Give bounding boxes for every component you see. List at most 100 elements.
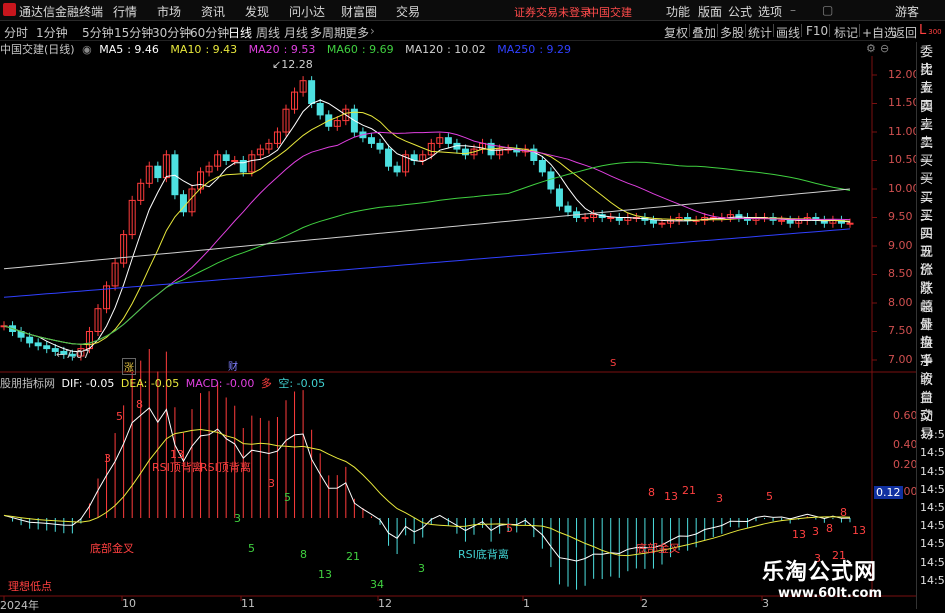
menu-hangqing[interactable]: 行情 [113,3,137,20]
marker-zhang[interactable]: 涨 [122,358,136,375]
side-item: 14:56 [920,446,945,460]
marker-cai[interactable]: 财 [228,358,238,373]
menu-shichang[interactable]: 市场 [157,3,181,20]
macd-count-label: 5 [248,542,255,555]
y-tick: 7.50 [888,324,913,337]
btn-huaxian[interactable]: 画线 [776,24,800,41]
candle-body [154,165,162,179]
period-more[interactable]: 更多 [345,24,369,41]
period-toolbar: 分时 1分钟 5分钟 15分钟 30分钟 60分钟 日线 周线 月线 多周期 更… [0,21,896,41]
ma120-label: MA120: 10.02 [405,43,486,56]
macd-current-value: 0.12 [874,486,903,499]
period-day[interactable]: 日线 [228,24,252,41]
y-tick: 12.00 [888,68,920,81]
period-1min[interactable]: 1分钟 [36,24,68,41]
menu-gongneng[interactable]: 功能 [666,3,690,20]
x-label: 10 [122,597,136,610]
quote-side-panel: L 300 委比 卖五 卖四 卖三 卖二 卖一 买一 买二 买三 买四 买五 现价 涨跌 涨幅 总量 外盘 换手净… [916,23,945,609]
x-label: 1 [523,597,530,610]
ma-lines [3,99,851,353]
macd-y-tick: 0.60 [893,409,918,422]
btn-duogu[interactable]: 多股 [720,24,744,41]
indicator-name[interactable]: 股朋指标网 [0,377,55,390]
app-logo [3,3,16,16]
btn-biaoji[interactable]: 标记 [834,24,858,41]
candle-body [649,219,657,224]
macd-count-label: 8 [826,522,833,535]
candle-body [26,336,34,344]
annotation-golden-cross: 底部金叉 [636,542,680,555]
period-30min[interactable]: 30分钟 [152,24,191,41]
period-week[interactable]: 周线 [256,24,280,41]
btn-f10[interactable]: F10 [806,24,828,38]
period-5min[interactable]: 5分钟 [82,24,114,41]
menu-wenxiaoda[interactable]: 问小达 [289,3,325,20]
x-label: 11 [241,597,255,610]
watermark-url: www.60lt.com [778,586,883,601]
period-month[interactable]: 月线 [284,24,308,41]
side-item: 14:56 [920,501,945,514]
period-15min[interactable]: 15分钟 [114,24,153,41]
macd-legend: 股朋指标网 DIF: -0.05 DEA: -0.05 MACD: -0.00 … [0,375,328,390]
macd-count-label: 8 [840,506,847,519]
candle-body [171,154,179,196]
settings-icon[interactable]: ⚙ [866,42,876,55]
candle-body [538,160,546,173]
menu-zixun[interactable]: 资讯 [201,3,225,20]
side-item: 14:56 [920,428,945,442]
stock-title: 中国交建 [588,6,632,19]
y-tick: 11.50 [888,96,920,109]
macd-line [3,428,851,557]
side-item: 14:56 [920,555,945,569]
candle-body [846,222,854,225]
minus-icon[interactable]: ⊖ [880,42,889,55]
y-tick: 9.50 [888,210,913,223]
macd-count-label: 3 [234,512,241,525]
maximize-icon[interactable]: ▢ [822,3,833,17]
dea-label: DEA: -0.05 [120,377,180,390]
period-multi[interactable]: 多周期 [310,24,346,41]
candle-body [778,219,786,222]
candle-body [376,142,384,150]
menu-caifuquan[interactable]: 财富圈 [341,3,377,20]
macd-count-label: 5 [116,410,123,423]
menu-banmian[interactable]: 版面 [698,3,722,20]
macd-count-label: 13 [664,490,678,503]
x-label: 12 [378,597,392,610]
y-tick: 11.00 [888,125,920,138]
macd-count-label: 3 [418,562,425,575]
marker-s[interactable]: S [610,358,616,369]
chart-canvas[interactable] [0,56,916,609]
y-tick: 7.00 [888,353,913,366]
period-fenshi[interactable]: 分时 [4,24,28,41]
ma5-label: MA5: 9.46 [99,43,159,56]
ma10-label: MA10: 9.43 [170,43,238,56]
menu-faxian[interactable]: 发现 [245,3,269,20]
macd-count-label: 21 [682,484,696,497]
candle-body [564,205,572,213]
settings-icon[interactable]: ◉ [82,43,92,56]
menu-gongshi[interactable]: 公式 [728,3,752,20]
btn-fanhui[interactable]: 返回 [893,24,917,41]
menu-jiaoyi[interactable]: 交易 [396,3,420,20]
macd-lines [3,407,851,562]
x-label: 2024年 [0,599,39,612]
menu-xuanxiang[interactable]: 选项 [758,3,782,20]
user-label[interactable]: 游客 [895,3,919,20]
login-notice[interactable]: 证券交易未登录 [514,4,591,20]
watermark-title: 乐淘公式网 [762,560,878,585]
btn-fuquan[interactable]: 复权 [664,24,688,41]
minimize-icon[interactable]: – [790,3,796,17]
btn-diejia[interactable]: 叠加 [692,24,716,41]
annotation-ideal-low: 理想低点 [8,580,52,593]
y-tick: 8.50 [888,267,913,280]
candle-body [581,217,589,219]
btn-tongji[interactable]: 统计 [748,24,772,41]
candle-body [222,154,230,162]
period-60min[interactable]: 60分钟 [190,24,229,41]
candle-body [43,345,51,350]
more-arrow-icon[interactable]: › [370,24,375,38]
duo-label: 多 [260,377,272,390]
annotation-rsi-top: RSI顶背离 [152,461,203,474]
btn-zixuan[interactable]: +自选 [862,24,896,41]
